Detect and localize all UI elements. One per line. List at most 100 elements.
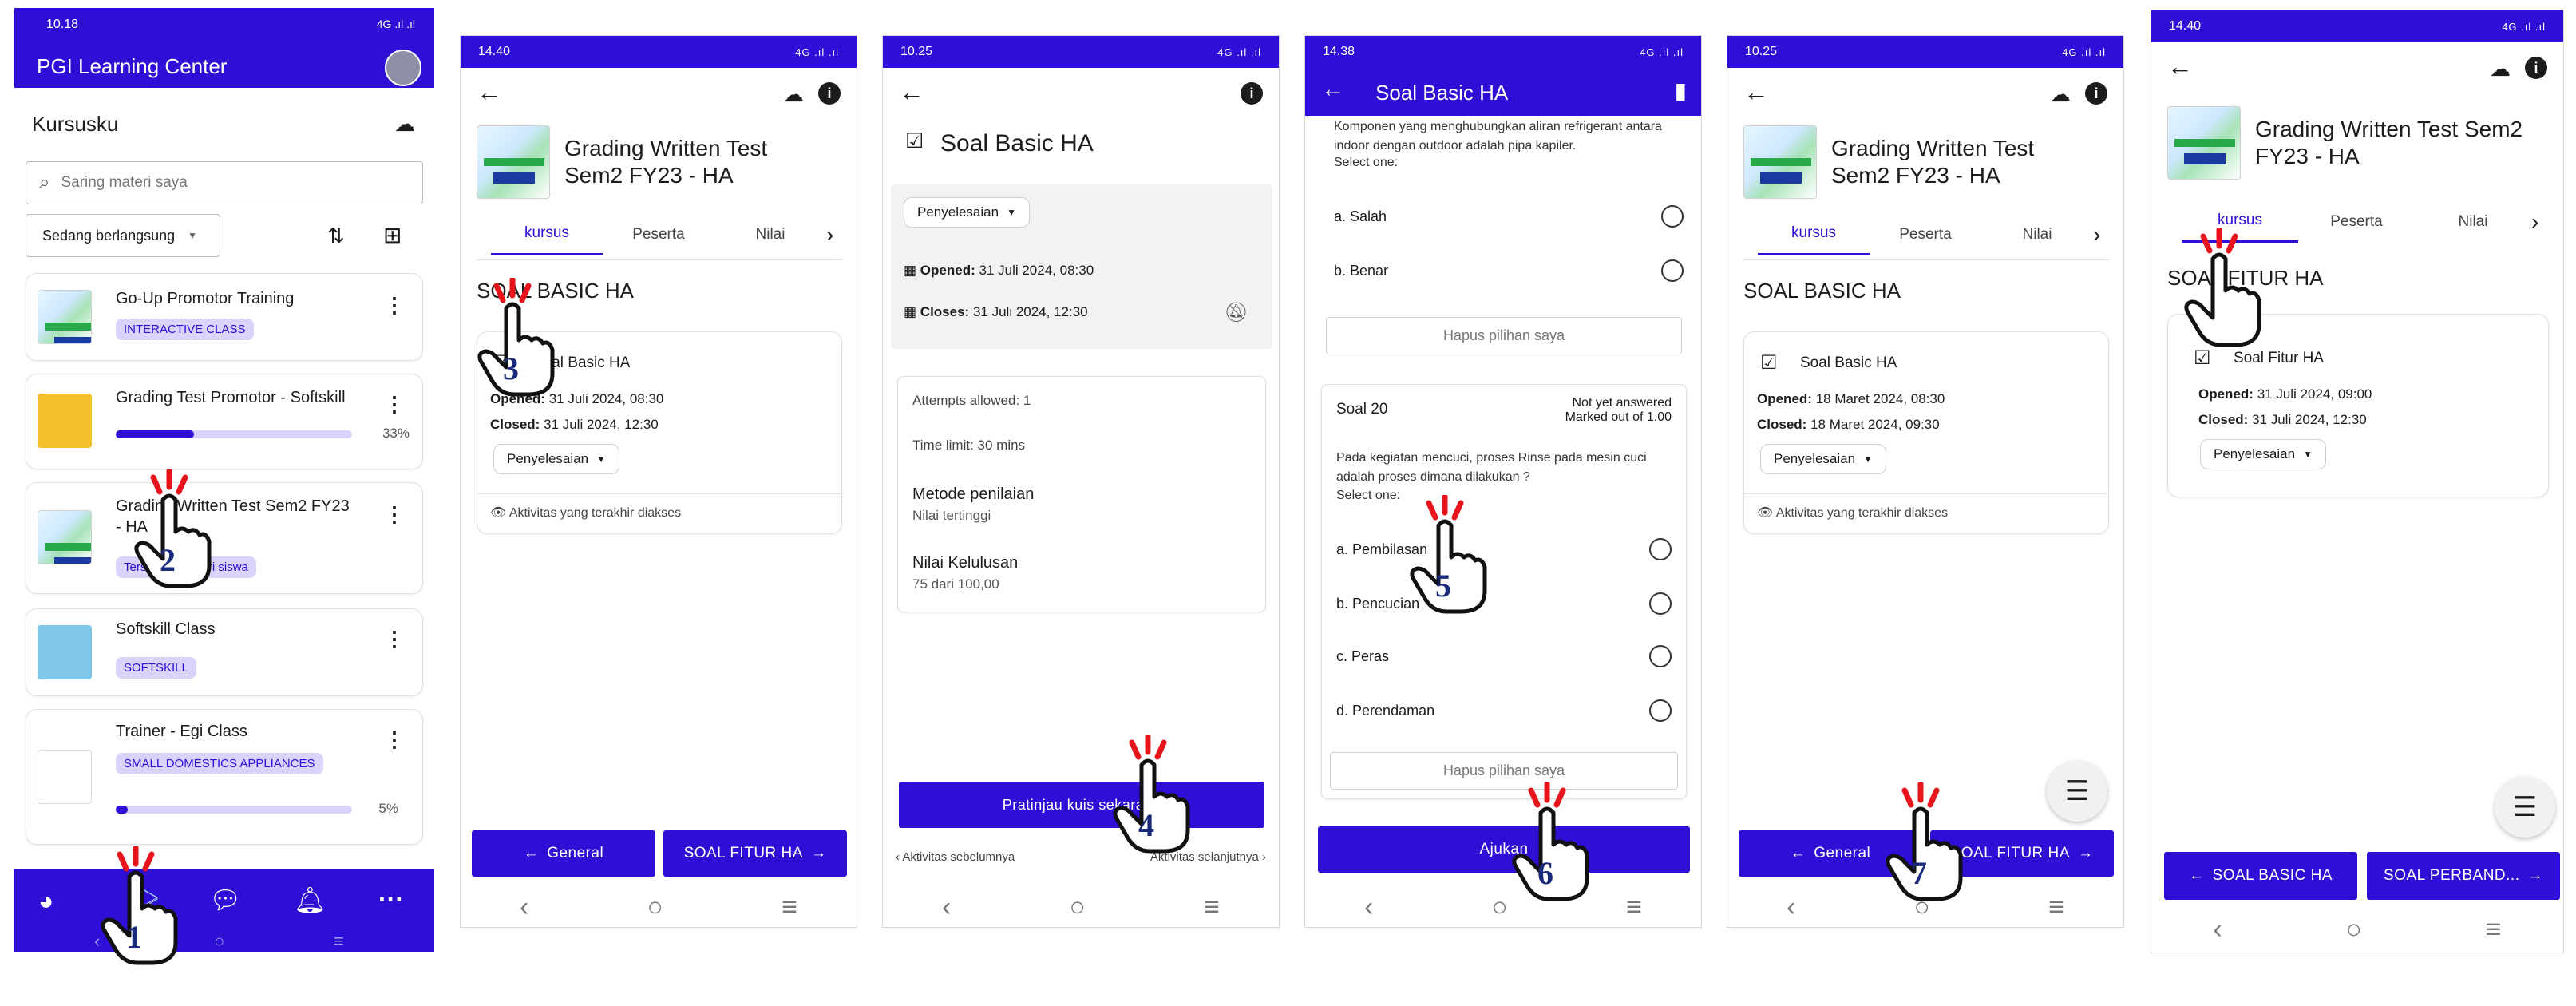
- list-fab[interactable]: ☰: [2047, 761, 2107, 822]
- progress-text: 5%: [378, 801, 398, 816]
- system-back-icon[interactable]: ‹: [1364, 892, 1373, 923]
- more-vert-icon[interactable]: ⋮: [384, 727, 405, 752]
- info-icon[interactable]: i: [1241, 82, 1263, 105]
- system-recents-icon[interactable]: ≡: [2486, 914, 2502, 945]
- tab-nilai[interactable]: Nilai: [2415, 202, 2531, 242]
- option-row[interactable]: d. Perendaman: [1336, 699, 1672, 722]
- tab-nilai[interactable]: Nilai: [714, 215, 826, 255]
- bell-icon[interactable]: 🔔︎: [294, 885, 326, 915]
- next-section-button[interactable]: SOAL FITUR HA →: [663, 830, 847, 877]
- chevron-right-icon[interactable]: ›: [2093, 222, 2100, 248]
- tab-nilai[interactable]: Nilai: [1981, 215, 2093, 255]
- back-arrow-icon[interactable]: ←: [1743, 77, 1769, 107]
- system-recents-icon[interactable]: ≡: [2048, 892, 2064, 923]
- info-icon[interactable]: i: [2085, 82, 2107, 105]
- more-vert-icon[interactable]: ⋮: [384, 293, 405, 318]
- step-number: 1: [126, 919, 142, 955]
- cloud-download-icon[interactable]: ☁: [394, 112, 415, 137]
- course-card-3[interactable]: Softskill Class SOFTSKILL ⋮: [26, 608, 423, 696]
- info-icon[interactable]: i: [818, 82, 841, 105]
- header-actions: ☁ i: [2490, 57, 2547, 81]
- progress-text: 33%: [382, 426, 410, 441]
- notification-off-icon[interactable]: 🔕︎: [1225, 301, 1248, 324]
- course-card-1[interactable]: Grading Test Promotor - Softskill 33% ⋮: [26, 374, 423, 469]
- radio-button[interactable]: [1649, 592, 1672, 615]
- avatar[interactable]: [385, 50, 421, 86]
- info-icon[interactable]: i: [2525, 57, 2547, 79]
- back-arrow-icon[interactable]: ←: [2167, 52, 2193, 81]
- bookmark-icon[interactable]: ▮: [1675, 77, 1687, 104]
- status-bar: 10.25 4G .ıl .ıl: [883, 36, 1279, 68]
- preview-quiz-button[interactable]: Pratinjau kuis sekarang: [899, 782, 1264, 828]
- tab-peserta[interactable]: Peserta: [603, 215, 714, 255]
- cloud-download-icon[interactable]: ☁: [783, 82, 804, 107]
- completion-dropdown[interactable]: Penyelesaian ▼: [493, 444, 619, 474]
- list-fab[interactable]: ☰: [2495, 777, 2555, 838]
- clear-choice-button[interactable]: Hapus pilihan saya: [1330, 752, 1678, 790]
- option-row[interactable]: b. Pencucian: [1336, 592, 1672, 615]
- system-home-icon[interactable]: ○: [1069, 892, 1086, 923]
- caret-down-icon: ▼: [2303, 449, 2313, 460]
- more-vert-icon[interactable]: ⋮: [384, 627, 405, 652]
- completion-dropdown[interactable]: Penyelesaian ▼: [1760, 444, 1886, 474]
- cloud-download-icon[interactable]: ☁: [2490, 57, 2511, 81]
- search-input[interactable]: ⌕ Saring materi saya: [26, 161, 423, 204]
- system-recents-icon[interactable]: ≡: [1204, 892, 1220, 923]
- chevron-right-icon[interactable]: ›: [826, 222, 833, 248]
- course-title: Trainer - Egi Class: [116, 723, 247, 740]
- radio-button[interactable]: [1661, 205, 1684, 228]
- radio-button[interactable]: [1661, 259, 1684, 282]
- chat-icon[interactable]: 💬︎: [209, 885, 242, 915]
- tab-peserta[interactable]: Peserta: [2298, 202, 2415, 242]
- submit-button[interactable]: Ajukan: [1318, 826, 1690, 873]
- step-number: 3: [503, 351, 519, 386]
- option-row[interactable]: b. Benar: [1334, 259, 1684, 282]
- system-recents-icon[interactable]: ≡: [334, 931, 344, 952]
- more-horiz-icon[interactable]: ···: [378, 885, 404, 914]
- option-row[interactable]: a. Pembilasan: [1336, 538, 1672, 560]
- more-vert-icon[interactable]: ⋮: [384, 392, 405, 417]
- activity-card[interactable]: ☑ Soal Basic HA Opened: 18 Maret 2024, 0…: [1743, 331, 2109, 534]
- system-back-icon[interactable]: ‹: [520, 892, 528, 923]
- chevron-right-icon[interactable]: ›: [2531, 209, 2538, 235]
- system-recents-icon[interactable]: ≡: [782, 892, 797, 923]
- back-arrow-icon[interactable]: ←: [1321, 76, 1345, 103]
- completion-dropdown[interactable]: Penyelesaian ▼: [904, 197, 1030, 228]
- tab-kursus[interactable]: kursus: [1758, 213, 1870, 255]
- grid-view-icon[interactable]: ⊞: [383, 222, 402, 248]
- prev-section-button[interactable]: ← General: [472, 830, 655, 877]
- system-back-icon[interactable]: ‹: [942, 892, 951, 923]
- system-home-icon[interactable]: ○: [647, 892, 663, 923]
- course-card-4[interactable]: Trainer - Egi Class SMALL DOMESTICS APPL…: [26, 709, 423, 845]
- more-vert-icon[interactable]: ⋮: [384, 502, 405, 527]
- radio-button[interactable]: [1649, 699, 1672, 722]
- filter-dropdown[interactable]: Sedang berlangsung ▼: [26, 214, 220, 257]
- tab-peserta[interactable]: Peserta: [1870, 215, 1981, 255]
- system-home-icon[interactable]: ○: [1491, 892, 1508, 923]
- next-section-button[interactable]: SOAL PERBAND... →: [2367, 852, 2560, 900]
- checkbox-icon: ☑: [1760, 352, 1778, 374]
- option-row[interactable]: a. Salah: [1334, 205, 1684, 228]
- question-number: Soal 20: [1336, 401, 1388, 418]
- system-recents-icon[interactable]: ≡: [1626, 892, 1642, 923]
- prev-activity-link[interactable]: ‹ Aktivitas sebelumnya: [896, 850, 1015, 864]
- back-arrow-icon[interactable]: ←: [477, 77, 502, 107]
- option-row[interactable]: c. Peras: [1336, 645, 1672, 667]
- sort-icon[interactable]: ⇅: [327, 224, 345, 248]
- radio-button[interactable]: [1649, 538, 1672, 560]
- prev-section-button[interactable]: ← SOAL BASIC HA: [2164, 852, 2357, 900]
- completion-dropdown[interactable]: Penyelesaian ▼: [2200, 439, 2326, 469]
- system-home-icon[interactable]: ○: [214, 931, 224, 952]
- system-back-icon[interactable]: ‹: [2213, 914, 2222, 945]
- course-card-2[interactable]: Grading Written Test Sem2 FY23 - HA Ters…: [26, 482, 423, 594]
- system-home-icon[interactable]: ○: [2345, 914, 2362, 945]
- course-card-0[interactable]: Go-Up Promotor Training INTERACTIVE CLAS…: [26, 273, 423, 361]
- back-arrow-icon[interactable]: ←: [899, 77, 924, 107]
- clear-choice-button[interactable]: Hapus pilihan saya: [1326, 317, 1682, 354]
- dashboard-icon[interactable]: ◕: [38, 886, 53, 916]
- system-back-icon[interactable]: ‹: [1787, 892, 1795, 923]
- radio-button[interactable]: [1649, 645, 1672, 667]
- question-card: Soal 20 Not yet answered Marked out of 1.…: [1321, 384, 1687, 799]
- cloud-download-icon[interactable]: ☁: [2050, 82, 2071, 107]
- tab-kursus[interactable]: kursus: [491, 213, 603, 255]
